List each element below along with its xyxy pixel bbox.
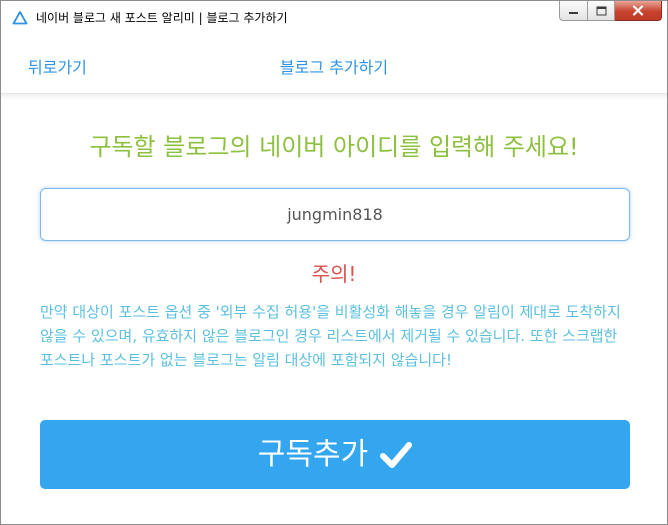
app-window: 네이버 블로그 새 포스트 알리미 | 블로그 추가하기 뒤로가기 블로그 추가… <box>0 0 668 525</box>
maximize-button[interactable] <box>588 1 615 21</box>
page-title: 블로그 추가하기 <box>279 58 389 77</box>
top-nav: 뒤로가기 블로그 추가하기 <box>1 38 667 94</box>
window-controls <box>559 1 662 21</box>
warning-title: 주의! <box>311 262 357 286</box>
title-bar[interactable]: 네이버 블로그 새 포스트 알리미 | 블로그 추가하기 <box>1 1 667 37</box>
naver-id-input[interactable] <box>40 188 630 241</box>
triangle-icon <box>12 11 28 25</box>
subscribe-button-label: 구독추가 <box>257 436 369 472</box>
subscribe-button[interactable]: 구독추가 <box>40 420 630 489</box>
instruction-heading: 구독할 블로그의 네이버 아이디를 입력해 주세요! <box>89 133 579 161</box>
maximize-icon <box>596 6 606 15</box>
window-title: 네이버 블로그 새 포스트 알리미 | 블로그 추가하기 <box>36 11 288 25</box>
nav-shadow <box>1 94 667 100</box>
close-icon <box>632 5 644 16</box>
minimize-button[interactable] <box>559 1 588 21</box>
check-icon <box>380 441 413 468</box>
minimize-icon <box>569 11 578 14</box>
close-button[interactable] <box>615 1 662 21</box>
warning-text: 만약 대상이 포스트 옵션 중 '외부 수집 허용'을 비활성화 해놓을 경우 … <box>40 303 621 369</box>
